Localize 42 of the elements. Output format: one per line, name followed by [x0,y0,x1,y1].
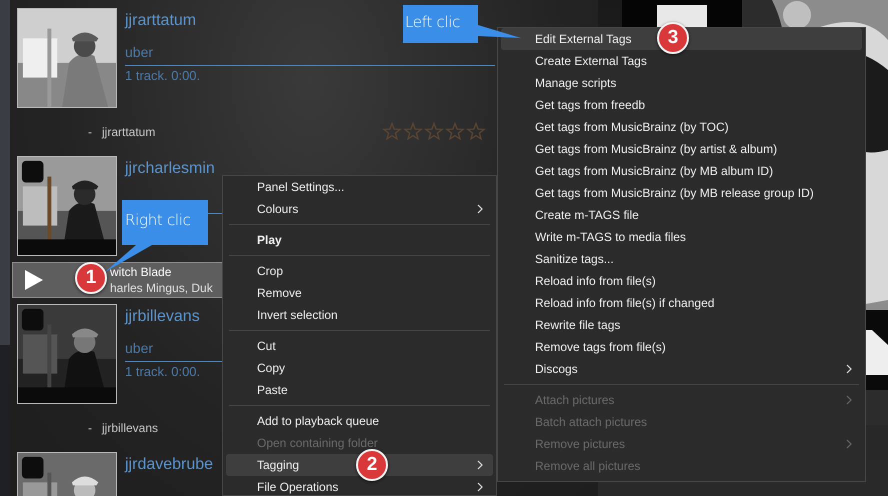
menu-item[interactable]: Write m-TAGS to media files [501,226,862,248]
menu-item[interactable]: Reload info from file(s) [501,270,862,292]
menu-item[interactable]: Rewrite file tags [501,314,862,336]
menu-item[interactable]: Get tags from MusicBrainz (by TOC) [501,116,862,138]
track-title: witch Blade [110,264,172,280]
track-title: jjrbillevans [102,421,158,435]
track-dash: - [88,125,92,139]
menu-item[interactable]: Discogs [501,358,862,380]
play-icon [25,270,43,290]
menu-item[interactable]: Remove [226,282,493,304]
track-title: jjrarttatum [102,125,156,139]
menu-item[interactable]: Create m-TAGS file [501,204,862,226]
menu-item[interactable]: Remove tags from file(s) [501,336,862,358]
callout-text: Right clic [125,210,191,231]
album-title[interactable]: jjrcharlesmin [125,156,215,182]
track-dash: - [88,421,92,435]
track-artist: harles Mingus, Duk [110,280,213,296]
menu-item[interactable]: Manage scripts [501,72,862,94]
menu-item[interactable]: Get tags from MusicBrainz (by artist & album) [501,138,862,160]
menu-item[interactable]: Get tags from freedb [501,94,862,116]
album-info: 1 track. 0:00. [125,363,200,381]
menu-item[interactable]: Reload info from file(s) if changed [501,292,862,314]
menu-item[interactable]: Crop [226,260,493,282]
menu-item[interactable]: Add to playback queue [226,410,493,432]
menu-item[interactable]: Copy [226,357,493,379]
album-name: uber [125,339,154,358]
star-rating[interactable] [382,122,486,142]
menu-item[interactable]: Sanitize tags... [501,248,862,270]
album-title[interactable]: jjrarttatum [125,8,196,34]
menu-item[interactable]: Panel Settings... [226,176,493,198]
menu-item[interactable]: Cut [226,335,493,357]
album-info: 1 track. 0:00. [125,67,200,85]
album-title[interactable]: jjrbillevans [125,304,200,330]
menu-item[interactable]: Colours [226,198,493,220]
menu-item[interactable]: Paste [226,379,493,401]
menu-item[interactable]: Play [226,229,493,251]
menu-item[interactable]: Invert selection [226,304,493,326]
menu-item[interactable]: Get tags from MusicBrainz (by MB album ID) [501,160,862,182]
album-name: uber [125,43,154,62]
menu-item[interactable]: Get tags from MusicBrainz (by MB release group ID) [501,182,862,204]
callout-text: Left clic [405,12,460,33]
album-title[interactable]: jjrdavebrube [125,452,214,478]
